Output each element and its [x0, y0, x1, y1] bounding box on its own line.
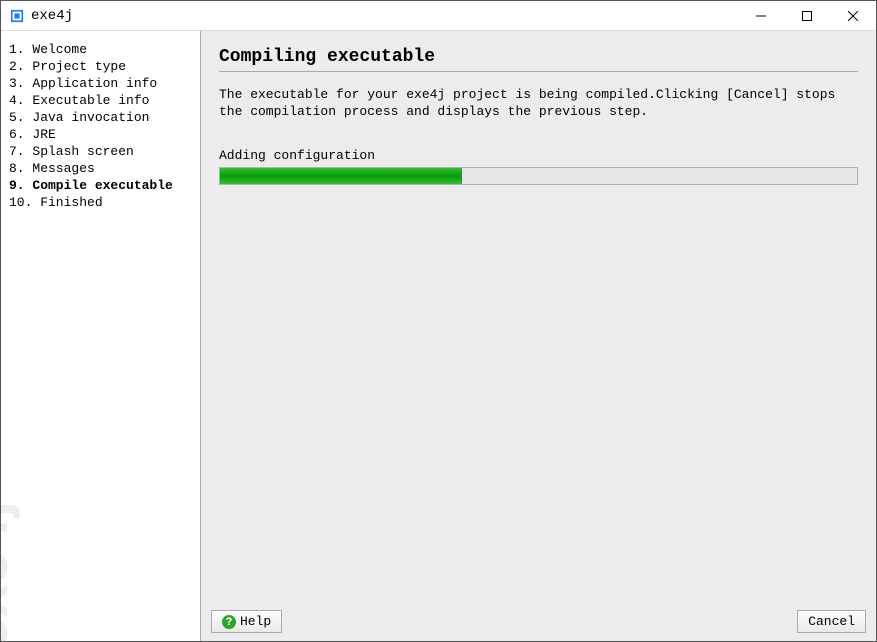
- step-item-1[interactable]: 1. Welcome: [7, 41, 200, 58]
- window-controls: [738, 1, 876, 30]
- step-item-9[interactable]: 9. Compile executable: [7, 177, 200, 194]
- step-item-3[interactable]: 3. Application info: [7, 75, 200, 92]
- cancel-button-label: Cancel: [808, 614, 855, 629]
- help-icon: ?: [222, 615, 236, 629]
- close-button[interactable]: [830, 1, 876, 30]
- progress-fill: [220, 168, 462, 184]
- step-item-2[interactable]: 2. Project type: [7, 58, 200, 75]
- window-title: exe4j: [31, 8, 73, 24]
- help-button[interactable]: ? Help: [211, 610, 282, 633]
- step-item-10[interactable]: 10. Finished: [7, 194, 200, 211]
- titlebar: exe4j: [1, 1, 876, 31]
- app-icon: [9, 8, 25, 24]
- step-item-6[interactable]: 6. JRE: [7, 126, 200, 143]
- progress-bar: [219, 167, 858, 185]
- body-area: 1. Welcome2. Project type3. Application …: [1, 31, 876, 641]
- maximize-button[interactable]: [784, 1, 830, 30]
- progress-label: Adding configuration: [219, 148, 858, 163]
- sidebar: 1. Welcome2. Project type3. Application …: [1, 31, 201, 641]
- minimize-button[interactable]: [738, 1, 784, 30]
- help-button-label: Help: [240, 614, 271, 629]
- footer: ? Help Cancel: [201, 604, 876, 641]
- ghost-logo: exe4j: [1, 501, 21, 641]
- main-content: Compiling executable The executable for …: [201, 31, 876, 604]
- main-panel: Compiling executable The executable for …: [201, 31, 876, 641]
- description-text: The executable for your exe4j project is…: [219, 86, 858, 120]
- step-item-7[interactable]: 7. Splash screen: [7, 143, 200, 160]
- step-item-5[interactable]: 5. Java invocation: [7, 109, 200, 126]
- cancel-button[interactable]: Cancel: [797, 610, 866, 633]
- app-window: exe4j 1. Welcome2. Project type3. Applic…: [0, 0, 877, 642]
- page-title: Compiling executable: [219, 47, 858, 72]
- step-item-4[interactable]: 4. Executable info: [7, 92, 200, 109]
- step-item-8[interactable]: 8. Messages: [7, 160, 200, 177]
